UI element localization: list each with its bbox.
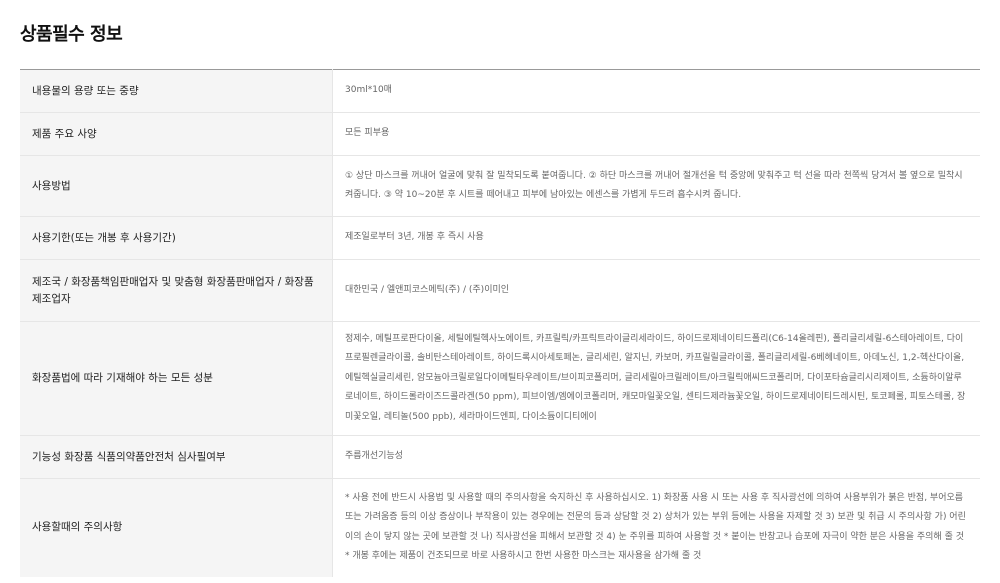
table-row: 제조국 / 화장품책임판매업자 및 맞춤형 화장품판매업자 / 화장품제조업자 …: [20, 259, 980, 322]
row-label: 사용기한(또는 개봉 후 사용기간): [20, 216, 333, 260]
table-row: 사용방법 ① 상단 마스크를 꺼내어 얼굴에 맞춰 잘 밀착되도록 붙여줍니다.…: [20, 155, 980, 217]
table-row: 내용물의 용량 또는 중량 30ml*10매: [20, 69, 980, 113]
table-row: 사용기한(또는 개봉 후 사용기간) 제조일로부터 3년, 개봉 후 즉시 사용: [20, 216, 980, 260]
row-label: 기능성 화장품 식품의약품안전처 심사필여부: [20, 435, 333, 479]
row-value: 대한민국 / 엘앤피코스메틱(주) / (주)이미인: [332, 259, 980, 322]
row-label: 사용방법: [20, 155, 333, 217]
table-row: 제품 주요 사양 모든 피부용: [20, 112, 980, 156]
row-label: 사용할때의 주의사항: [20, 478, 333, 577]
page-title: 상품필수 정보: [20, 24, 123, 45]
row-value: * 사용 전에 반드시 사용법 및 사용할 때의 주의사항을 숙지하신 후 사용…: [345, 492, 966, 562]
row-value: 주름개선기능성: [332, 435, 980, 479]
table-row: 사용할때의 주의사항 * 사용 전에 반드시 사용법 및 사용할 때의 주의사항…: [20, 478, 980, 577]
row-value: 정제수, 메틸프로판다이올, 세틸에틸헥사노에이트, 카프릴릭/카프릭트라이글리…: [332, 321, 980, 436]
table-row: 기능성 화장품 식품의약품안전처 심사필여부 주름개선기능성: [20, 435, 980, 479]
row-label: 내용물의 용량 또는 중량: [20, 69, 333, 113]
row-value: 모든 피부용: [332, 112, 980, 156]
product-info-table: 내용물의 용량 또는 중량 30ml*10매 제품 주요 사양 모든 피부용 사…: [20, 69, 980, 577]
row-value: 30ml*10매: [332, 69, 980, 113]
table-row: 화장품법에 따라 기재해야 하는 모든 성분 정제수, 메틸프로판다이올, 세틸…: [20, 321, 980, 436]
row-value: ① 상단 마스크를 꺼내어 얼굴에 맞춰 잘 밀착되도록 붙여줍니다. ② 하단…: [332, 155, 980, 217]
row-label: 제조국 / 화장품책임판매업자 및 맞춤형 화장품판매업자 / 화장품제조업자: [20, 259, 333, 322]
row-value: 제조일로부터 3년, 개봉 후 즉시 사용: [332, 216, 980, 260]
row-label: 화장품법에 따라 기재해야 하는 모든 성분: [20, 321, 333, 436]
row-label: 제품 주요 사양: [20, 112, 333, 156]
